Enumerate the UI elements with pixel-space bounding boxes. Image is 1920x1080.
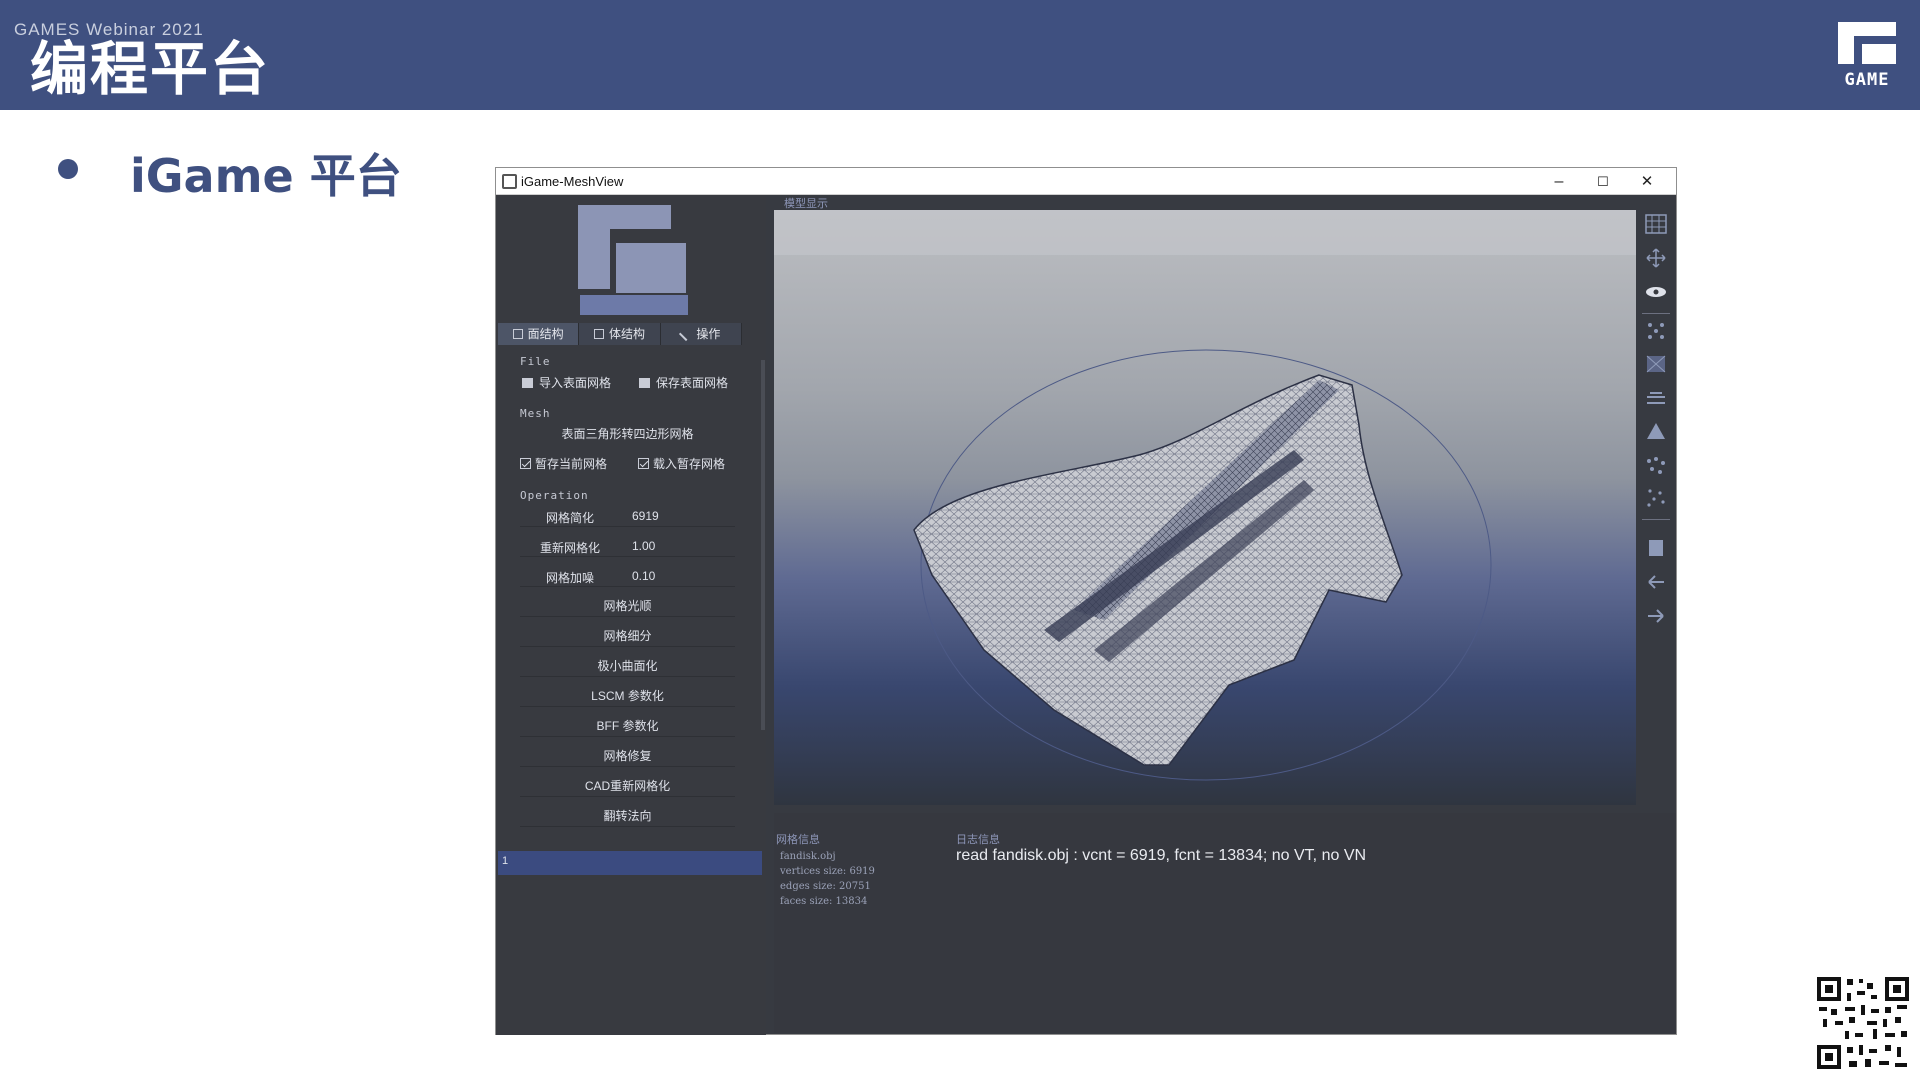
wireframe-icon[interactable] (1644, 353, 1668, 375)
minimize-button[interactable]: – (1537, 169, 1581, 194)
wrench-icon (679, 326, 694, 342)
faces-count: faces size: 13834 (780, 896, 868, 907)
noise-label[interactable]: 网格加噪 (520, 569, 620, 586)
tab-label: 操作 (696, 327, 721, 341)
save-mesh-button[interactable]: 保存表面网格 (639, 374, 728, 391)
temp-save-checkbox[interactable]: 暂存当前网格 (520, 455, 607, 472)
repair-button[interactable]: 网格修复 (520, 745, 735, 767)
slide-title: 编程平台 (30, 35, 271, 103)
app-icon (502, 174, 517, 189)
toolbar-divider (1642, 519, 1670, 520)
flat-icon[interactable] (1644, 389, 1668, 411)
grid-icon[interactable] (1644, 213, 1668, 235)
log-output: read fandisk.obj : vcnt = 6919, fcnt = 1… (956, 847, 1367, 864)
points-icon[interactable] (1644, 455, 1668, 477)
mesh-file-name: fandisk.obj (780, 851, 836, 862)
simplify-label[interactable]: 网格简化 (520, 509, 620, 526)
grid-icon (512, 329, 523, 339)
vertices-icon[interactable] (1644, 319, 1668, 341)
remesh-label[interactable]: 重新网格化 (520, 539, 620, 556)
load-temp-label: 载入暂存网格 (653, 457, 726, 471)
cube-icon (593, 329, 604, 339)
game-logo-icon (1838, 22, 1896, 64)
cad-remesh-button[interactable]: CAD重新网格化 (520, 775, 735, 797)
app-window: iGame-MeshView – ☐ ✕ 面结构 体结构 操作 File 导入表… (495, 167, 1677, 1035)
bullet-point-icon (58, 159, 78, 179)
log-info-title: 日志信息 (956, 834, 1000, 846)
bff-button[interactable]: BFF 参数化 (520, 715, 735, 737)
noise-row: 网格加噪 0.10 (520, 565, 735, 587)
slide-banner: GAMES Webinar 2021 编程平台 GAME (0, 0, 1920, 110)
mesh-info-title: 网格信息 (776, 834, 820, 846)
smooth-button[interactable]: 网格光顺 (520, 595, 735, 617)
checkbox-icon (520, 458, 531, 469)
save-mesh-label: 保存表面网格 (656, 376, 729, 390)
remesh-input[interactable]: 1.00 (632, 539, 732, 553)
tab-label: 面结构 (527, 327, 564, 341)
toolbar-divider (1642, 313, 1670, 314)
simplify-row: 网格简化 6919 (520, 505, 735, 527)
noise-input[interactable]: 0.10 (632, 569, 732, 583)
console-input[interactable]: 1 (498, 851, 762, 875)
folder-icon (522, 378, 533, 388)
checkbox-icon (638, 458, 649, 469)
flip-normals-button[interactable]: 翻转法向 (520, 805, 735, 827)
simplify-input[interactable]: 6919 (632, 509, 732, 523)
panel-scrollbar[interactable] (761, 360, 765, 730)
viewport-label: 模型显示 (784, 198, 828, 210)
undo-icon[interactable] (1644, 571, 1668, 593)
stop-icon[interactable] (1644, 537, 1668, 559)
scatter-icon[interactable] (1644, 487, 1668, 509)
window-titlebar[interactable]: iGame-MeshView – ☐ ✕ (496, 168, 1676, 195)
close-button[interactable]: ✕ (1625, 169, 1669, 194)
tab-label: 体结构 (608, 327, 645, 341)
window-title: iGame-MeshView (521, 174, 624, 189)
eye-icon[interactable] (1644, 281, 1668, 303)
temp-save-label: 暂存当前网格 (535, 457, 608, 471)
tab-volume-structure[interactable]: 体结构 (579, 323, 661, 345)
save-icon (639, 378, 650, 388)
lscm-button[interactable]: LSCM 参数化 (520, 685, 735, 707)
import-mesh-button[interactable]: 导入表面网格 (522, 374, 611, 391)
redo-icon[interactable] (1644, 605, 1668, 627)
tab-operations[interactable]: 操作 (660, 323, 742, 345)
qr-code (1815, 975, 1911, 1071)
bullet-text: iGame 平台 (130, 149, 402, 203)
cone-icon[interactable] (1644, 421, 1668, 443)
view-toolbar (1636, 195, 1676, 795)
minimal-surface-button[interactable]: 极小曲面化 (520, 655, 735, 677)
tab-bar: 面结构 体结构 操作 (498, 323, 742, 345)
tri-to-quad-button[interactable]: 表面三角形转四边形网格 (520, 425, 735, 442)
mesh-render (774, 210, 1636, 781)
igame-logo (576, 203, 691, 318)
qr-code-icon (1815, 975, 1911, 1071)
control-panel: 面结构 体结构 操作 File 导入表面网格 保存表面网格 Mesh 表面三角形… (496, 195, 766, 1035)
brand-label: GAME (1844, 70, 1890, 90)
info-panel: 网格信息 日志信息 fandisk.obj vertices size: 691… (774, 813, 1676, 1033)
operation-section-title: Operation (520, 489, 589, 502)
maximize-button[interactable]: ☐ (1581, 169, 1625, 194)
file-section-title: File (520, 355, 551, 368)
igame-logo-icon (578, 205, 688, 315)
move-icon[interactable] (1644, 247, 1668, 269)
mesh-section-title: Mesh (520, 407, 551, 420)
subdivide-button[interactable]: 网格细分 (520, 625, 735, 647)
import-mesh-label: 导入表面网格 (539, 376, 612, 390)
tab-surface-structure[interactable]: 面结构 (498, 323, 580, 345)
game-logo: GAME (1832, 18, 1902, 90)
edges-count: edges size: 20751 (780, 881, 871, 892)
vertices-count: vertices size: 6919 (780, 866, 875, 877)
load-temp-checkbox[interactable]: 载入暂存网格 (638, 455, 725, 472)
model-viewport[interactable] (774, 210, 1636, 805)
mesh-info-text: fandisk.obj vertices size: 6919 edges si… (780, 849, 875, 909)
remesh-row: 重新网格化 1.00 (520, 535, 735, 557)
